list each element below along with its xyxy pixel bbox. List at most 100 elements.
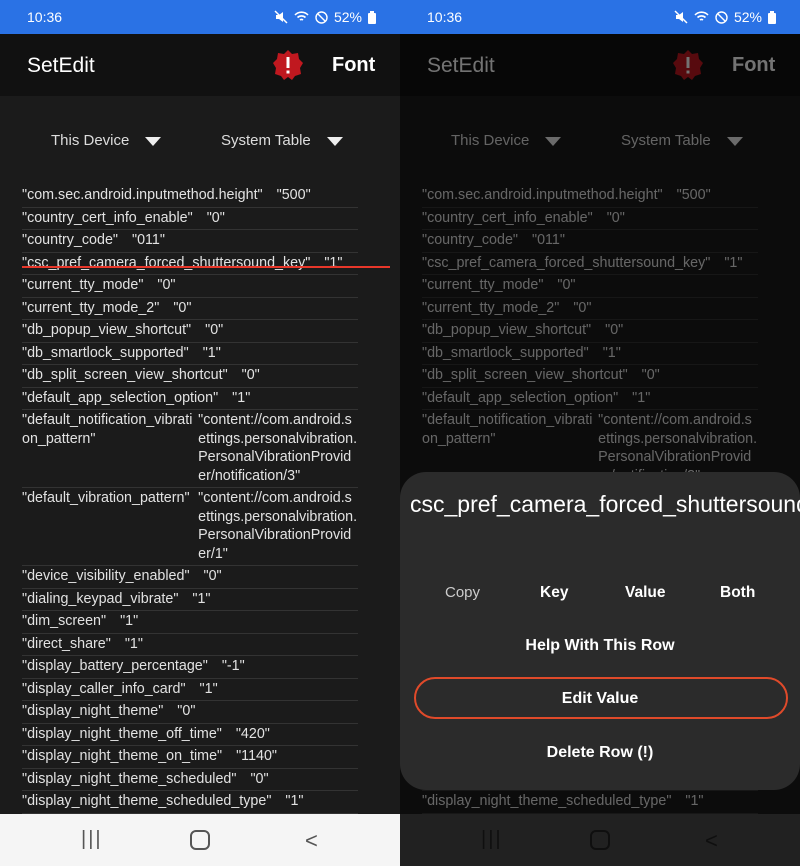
dnd-icon [715, 10, 728, 24]
row-value: "1" [202, 344, 221, 361]
row-value: "1" [124, 635, 143, 652]
status-time: 10:36 [27, 9, 63, 25]
table-row[interactable]: "default_app_selection_option" "1" [22, 388, 358, 410]
app-title: SetEdit [27, 54, 95, 77]
row-key: "current_tty_mode_2" [22, 299, 160, 316]
screen-right: 10:36 52% SetEdit Font This Device Syste… [400, 0, 800, 866]
status-bar: 10:36 52% [400, 0, 800, 34]
row-value: "1" [324, 254, 343, 271]
row-key: "default_notification_vibration_pattern" [22, 412, 193, 447]
content-area: This Device System Table "com.sec.androi… [0, 96, 400, 814]
row-actions-dialog: csc_pref_camera_forced_shuttersound_key … [400, 472, 800, 790]
dnd-icon [315, 10, 328, 24]
row-value: "420" [235, 725, 270, 742]
device-dropdown[interactable]: This Device [51, 132, 162, 149]
copy-key-button[interactable]: Key [540, 584, 568, 602]
row-key: "current_tty_mode" [22, 277, 144, 293]
table-row[interactable]: "country_cert_info_enable" "0" [22, 208, 358, 230]
table-row[interactable]: "db_popup_view_shortcut" "0" [22, 320, 358, 343]
table-row[interactable]: "display_night_theme" "0" [22, 701, 358, 724]
row-key: "db_smartlock_supported" [22, 344, 189, 361]
row-value: "1" [199, 680, 218, 697]
row-value: "1140" [236, 748, 278, 764]
row-key: "csc_pref_camera_forced_shuttersound_key… [22, 254, 311, 271]
app-bar: SetEdit Font [0, 34, 400, 96]
table-row[interactable]: "country_code" "011" [22, 230, 358, 253]
table-row[interactable]: "display_caller_info_card" "1" [22, 679, 358, 701]
row-value: "content://com.android.settings.personal… [198, 412, 358, 484]
row-value: "0" [250, 770, 269, 787]
table-row[interactable]: "display_battery_percentage" "-1" [22, 656, 358, 679]
mute-icon [274, 10, 288, 24]
row-value: "0" [157, 277, 176, 293]
status-icons: 52% [274, 9, 376, 25]
copy-label: Copy [445, 584, 481, 601]
row-key: "device_visibility_enabled" [22, 568, 190, 584]
battery-percent: 52% [733, 9, 762, 25]
row-key: "com.sec.android.inputmethod.height" [22, 187, 263, 203]
row-value: "0" [241, 367, 260, 383]
table-row[interactable]: "direct_share" "1" [22, 634, 358, 656]
copy-options: Copy Key Value Both [400, 584, 800, 604]
edit-value-button[interactable]: Edit Value [400, 690, 800, 708]
wifi-icon [294, 11, 309, 21]
battery-icon [368, 10, 376, 24]
table-row[interactable]: "dialing_keypad_vibrate" "1" [22, 589, 358, 611]
table-row[interactable]: "display_night_theme_off_time" "420" [22, 724, 358, 746]
row-key: "direct_share" [22, 635, 111, 652]
status-time: 10:36 [427, 9, 463, 25]
row-key: "default_app_selection_option" [22, 389, 219, 406]
table-dropdown-label: System Table [221, 132, 311, 149]
dropdown-arrow-icon [326, 136, 343, 146]
row-value: "1" [285, 793, 304, 809]
highlight-underline [22, 266, 390, 268]
row-key: "display_night_theme_off_time" [22, 725, 222, 742]
table-row[interactable]: "display_night_theme_scheduled" "0" [22, 769, 358, 791]
row-value: "500" [276, 187, 311, 203]
home-icon[interactable] [190, 830, 210, 850]
table-row[interactable]: "db_smartlock_supported" "1" [22, 343, 358, 365]
row-key: "country_cert_info_enable" [22, 209, 193, 226]
copy-value-button[interactable]: Value [625, 584, 666, 602]
table-row[interactable]: "display_night_theme_scheduled_type" "1" [22, 791, 358, 814]
row-key: "display_night_theme" [22, 703, 164, 719]
status-bar: 10:36 52% [0, 0, 400, 34]
row-value: "1" [232, 389, 251, 406]
table-row[interactable]: "db_split_screen_view_shortcut" "0" [22, 365, 358, 388]
table-row[interactable]: "display_night_theme_on_time" "1140" [22, 746, 358, 769]
table-row[interactable]: "current_tty_mode_2" "0" [22, 298, 358, 320]
table-row[interactable]: "com.sec.android.inputmethod.height" "500… [22, 185, 358, 208]
table-dropdown[interactable]: System Table [221, 132, 343, 149]
row-value: "0" [177, 703, 196, 719]
nav-bar: ||| < [0, 814, 400, 866]
row-value: "1" [192, 590, 211, 607]
row-key: "db_popup_view_shortcut" [22, 322, 192, 338]
recent-apps-icon[interactable]: ||| [81, 828, 103, 851]
row-value: "0" [203, 568, 222, 584]
row-value: "0" [205, 322, 224, 338]
table-row[interactable]: "current_tty_mode" "0" [22, 275, 358, 298]
font-button[interactable]: Font [332, 54, 375, 77]
table-row[interactable]: "device_visibility_enabled" "0" [22, 566, 358, 589]
table-row[interactable]: "default_vibration_pattern" "content://co… [22, 488, 358, 566]
row-key: "country_code" [22, 232, 118, 248]
table-row-highlighted[interactable]: "csc_pref_camera_forced_shuttersound_key… [22, 253, 358, 275]
back-icon[interactable]: < [305, 828, 318, 854]
row-value: "011" [132, 232, 165, 248]
device-dropdown-label: This Device [51, 132, 130, 149]
help-row-button[interactable]: Help With This Row [400, 637, 800, 655]
row-key: "db_split_screen_view_shortcut" [22, 367, 228, 383]
screen-left: 10:36 52% SetEdit Font This Device Syste… [0, 0, 400, 866]
row-key: "dim_screen" [22, 613, 107, 629]
row-value: "content://com.android.settings.personal… [198, 490, 358, 562]
row-key: "display_battery_percentage" [22, 658, 208, 674]
copy-both-button[interactable]: Both [720, 584, 755, 602]
delete-row-button[interactable]: Delete Row (!) [400, 744, 800, 762]
row-key: "display_caller_info_card" [22, 680, 186, 697]
table-row[interactable]: "default_notification_vibration_pattern"… [22, 410, 358, 488]
warning-badge-icon[interactable] [272, 49, 304, 81]
row-key: "display_night_theme_scheduled_type" [22, 793, 272, 809]
settings-list: "com.sec.android.inputmethod.height" "500… [22, 185, 358, 814]
row-key: "dialing_keypad_vibrate" [22, 590, 179, 607]
table-row[interactable]: "dim_screen" "1" [22, 611, 358, 634]
